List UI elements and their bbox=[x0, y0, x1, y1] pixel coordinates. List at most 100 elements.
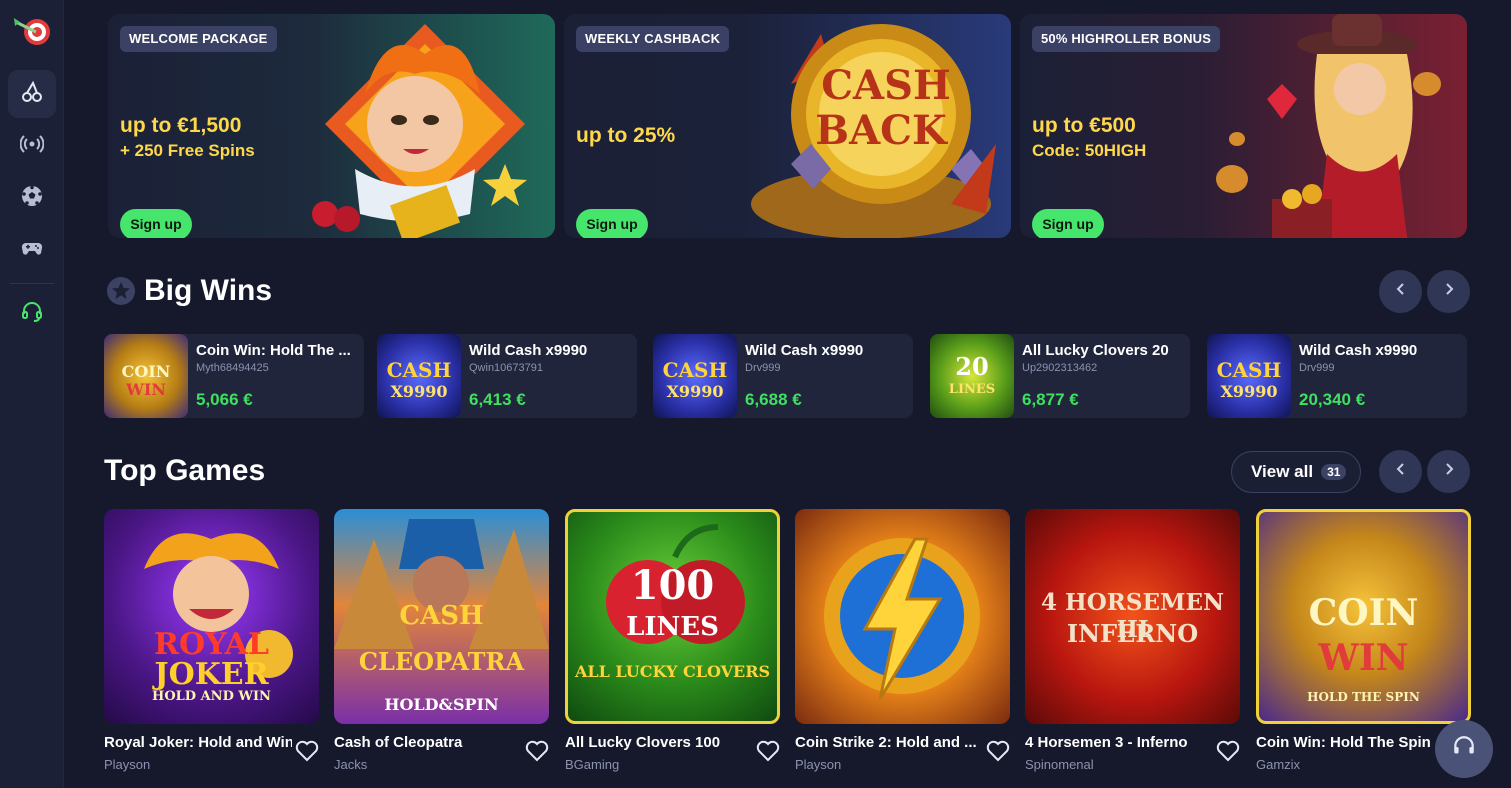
win-username: Up2902313462 bbox=[1022, 362, 1098, 374]
games-count-badge: 31 bbox=[1321, 464, 1347, 480]
win-amount: 6,688 € bbox=[745, 390, 802, 409]
thumb-text: LINES bbox=[948, 382, 996, 397]
promo-card-highroller[interactable]: 50% HIGHROLLER BONUS up to €500 Code: 50… bbox=[1020, 14, 1467, 238]
promo-subline: + 250 Free Spins bbox=[120, 141, 255, 160]
win-username: Qwin10673791 bbox=[469, 362, 544, 374]
win-username: Myth68494425 bbox=[196, 362, 269, 374]
tile-text: COIN bbox=[1308, 592, 1419, 634]
signup-button[interactable]: Sign up bbox=[1032, 209, 1104, 238]
win-amount: 6,413 € bbox=[469, 390, 526, 409]
game-card[interactable]: 4 HORSEMEN III INFERNO 4 Horsemen 3 - In… bbox=[1025, 509, 1240, 772]
game-provider: Playson bbox=[104, 757, 151, 772]
sidebar-item-support[interactable] bbox=[8, 290, 56, 338]
tile-text: 100 bbox=[630, 562, 715, 609]
big-win-card[interactable]: COIN WIN Coin Win: Hold The ... Myth6849… bbox=[104, 334, 364, 418]
view-all-button[interactable]: View all 31 bbox=[1231, 451, 1362, 493]
live-support-button[interactable] bbox=[1435, 720, 1493, 778]
sidebar-divider bbox=[10, 283, 54, 284]
game-tile: COIN WIN HOLD THE SPIN bbox=[1256, 509, 1471, 724]
chevron-right-icon bbox=[1442, 462, 1456, 481]
sidebar-item-casino[interactable] bbox=[8, 70, 56, 118]
win-amount: 5,066 € bbox=[196, 390, 253, 409]
game-card[interactable]: 100 LINES ALL LUCKY CLOVERS All Lucky Cl… bbox=[565, 509, 780, 772]
game-thumbnail: COIN WIN bbox=[104, 334, 188, 418]
top-games-title: Top Games bbox=[104, 454, 266, 487]
favorite-heart-icon[interactable] bbox=[295, 740, 319, 762]
game-tile: 100 LINES ALL LUCKY CLOVERS bbox=[565, 509, 780, 724]
favorite-heart-icon[interactable] bbox=[756, 740, 780, 762]
game-tile: CASH CLEOPATRA HOLD&SPIN bbox=[334, 509, 549, 724]
promo-badge: WEEKLY CASHBACK bbox=[576, 26, 730, 52]
win-game-name: Coin Win: Hold The ... bbox=[196, 342, 351, 359]
logo-dart-target-icon[interactable] bbox=[12, 12, 52, 52]
game-title: Cash of Cleopatra bbox=[334, 734, 463, 751]
headset-icon bbox=[1451, 734, 1477, 765]
chevron-left-icon bbox=[1394, 282, 1408, 301]
thumb-text: X9990 bbox=[390, 382, 448, 401]
game-title: Coin Win: Hold The Spin bbox=[1256, 734, 1431, 751]
big-win-card[interactable]: CASH X9990 Wild Cash x9990 Drv999 6,688 … bbox=[653, 334, 913, 418]
favorite-heart-icon[interactable] bbox=[1216, 740, 1240, 762]
thumb-text: CASH bbox=[1216, 358, 1282, 382]
promo-headline: up to 25% bbox=[576, 124, 676, 147]
thumb-text: X9990 bbox=[1220, 382, 1278, 401]
game-thumbnail: CASH X9990 bbox=[377, 334, 461, 418]
tile-text: HOLD THE SPIN bbox=[1307, 690, 1420, 704]
thumb-text: 20 bbox=[955, 352, 989, 381]
tile-text: HOLD AND WIN bbox=[152, 689, 271, 704]
game-title: 4 Horsemen 3 - Inferno bbox=[1025, 734, 1188, 751]
big-win-card[interactable]: CASH X9990 Wild Cash x9990 Drv999 20,340… bbox=[1207, 334, 1467, 418]
signup-button[interactable]: Sign up bbox=[576, 209, 648, 238]
tile-text: JOKER bbox=[154, 657, 269, 692]
promo-badge: WELCOME PACKAGE bbox=[120, 26, 277, 52]
sidebar-item-live[interactable] bbox=[8, 122, 56, 170]
win-game-name: Wild Cash x9990 bbox=[1299, 342, 1418, 359]
game-thumbnail: CASH X9990 bbox=[653, 334, 737, 418]
big-win-card[interactable]: CASH X9990 Wild Cash x9990 Qwin10673791 … bbox=[377, 334, 637, 418]
game-provider: Jacks bbox=[334, 757, 368, 772]
favorite-heart-icon[interactable] bbox=[525, 740, 549, 762]
top-games-prev-button[interactable] bbox=[1379, 450, 1422, 493]
sidebar-item-games[interactable] bbox=[8, 226, 56, 274]
soccer-ball-icon bbox=[20, 184, 44, 213]
tile-text: LINES bbox=[626, 612, 719, 642]
lightning-bolt-icon bbox=[824, 537, 980, 700]
game-thumbnail: 20 LINES bbox=[930, 334, 1014, 418]
thumb-text: WIN bbox=[125, 380, 167, 399]
chevron-left-icon bbox=[1394, 462, 1408, 481]
game-title: All Lucky Clovers 100 bbox=[565, 734, 721, 751]
win-username: Drv999 bbox=[1299, 362, 1335, 374]
game-title: Coin Strike 2: Hold and ... bbox=[795, 734, 977, 751]
game-card[interactable]: COIN WIN HOLD THE SPIN Coin Win: Hold Th… bbox=[1256, 509, 1471, 772]
cashback-coin-art: CASH BACK bbox=[751, 14, 1011, 238]
sidebar-item-sports[interactable] bbox=[8, 174, 56, 222]
game-card[interactable]: ROYAL JOKER HOLD AND WIN Royal Joker: Ho… bbox=[104, 509, 319, 772]
big-win-card[interactable]: 20 LINES All Lucky Clovers 20 Up29023134… bbox=[930, 334, 1190, 418]
main-content: WELCOME PACKAGE up to €1,500 + 250 Free … bbox=[64, 0, 1511, 788]
big-wins-title: Big Wins bbox=[144, 274, 273, 307]
win-amount: 6,877 € bbox=[1022, 390, 1079, 409]
view-all-label: View all bbox=[1251, 462, 1314, 481]
cowgirl-treasure-art bbox=[1207, 14, 1467, 238]
signup-button[interactable]: Sign up bbox=[120, 209, 192, 238]
big-wins-prev-button[interactable] bbox=[1379, 270, 1422, 313]
cashback-art-text-2: BACK bbox=[815, 107, 948, 154]
win-game-name: Wild Cash x9990 bbox=[745, 342, 864, 359]
tile-text: CLEOPATRA bbox=[358, 647, 525, 676]
game-provider: Playson bbox=[795, 757, 842, 772]
tile-text: CASH bbox=[399, 601, 484, 631]
promo-card-welcome[interactable]: WELCOME PACKAGE up to €1,500 + 250 Free … bbox=[108, 14, 555, 238]
promo-headline: up to €500 bbox=[1032, 114, 1136, 137]
win-game-name: Wild Cash x9990 bbox=[469, 342, 588, 359]
favorite-heart-icon[interactable] bbox=[986, 740, 1010, 762]
game-card[interactable]: CASH CLEOPATRA HOLD&SPIN Cash of Cleopat… bbox=[334, 509, 549, 772]
tile-text: ALL LUCKY CLOVERS bbox=[574, 662, 771, 681]
top-games-next-button[interactable] bbox=[1427, 450, 1470, 493]
promo-badge: 50% HIGHROLLER BONUS bbox=[1032, 26, 1221, 52]
game-provider: Spinomenal bbox=[1025, 757, 1094, 772]
sidebar bbox=[0, 0, 64, 788]
tile-text: WIN bbox=[1318, 637, 1409, 679]
promo-card-cashback[interactable]: CASH BACK WEEKLY CASHBACK up to 25% Sign… bbox=[564, 14, 1011, 238]
game-card[interactable]: Coin Strike 2: Hold and ... Playson bbox=[795, 509, 1010, 772]
big-wins-next-button[interactable] bbox=[1427, 270, 1470, 313]
